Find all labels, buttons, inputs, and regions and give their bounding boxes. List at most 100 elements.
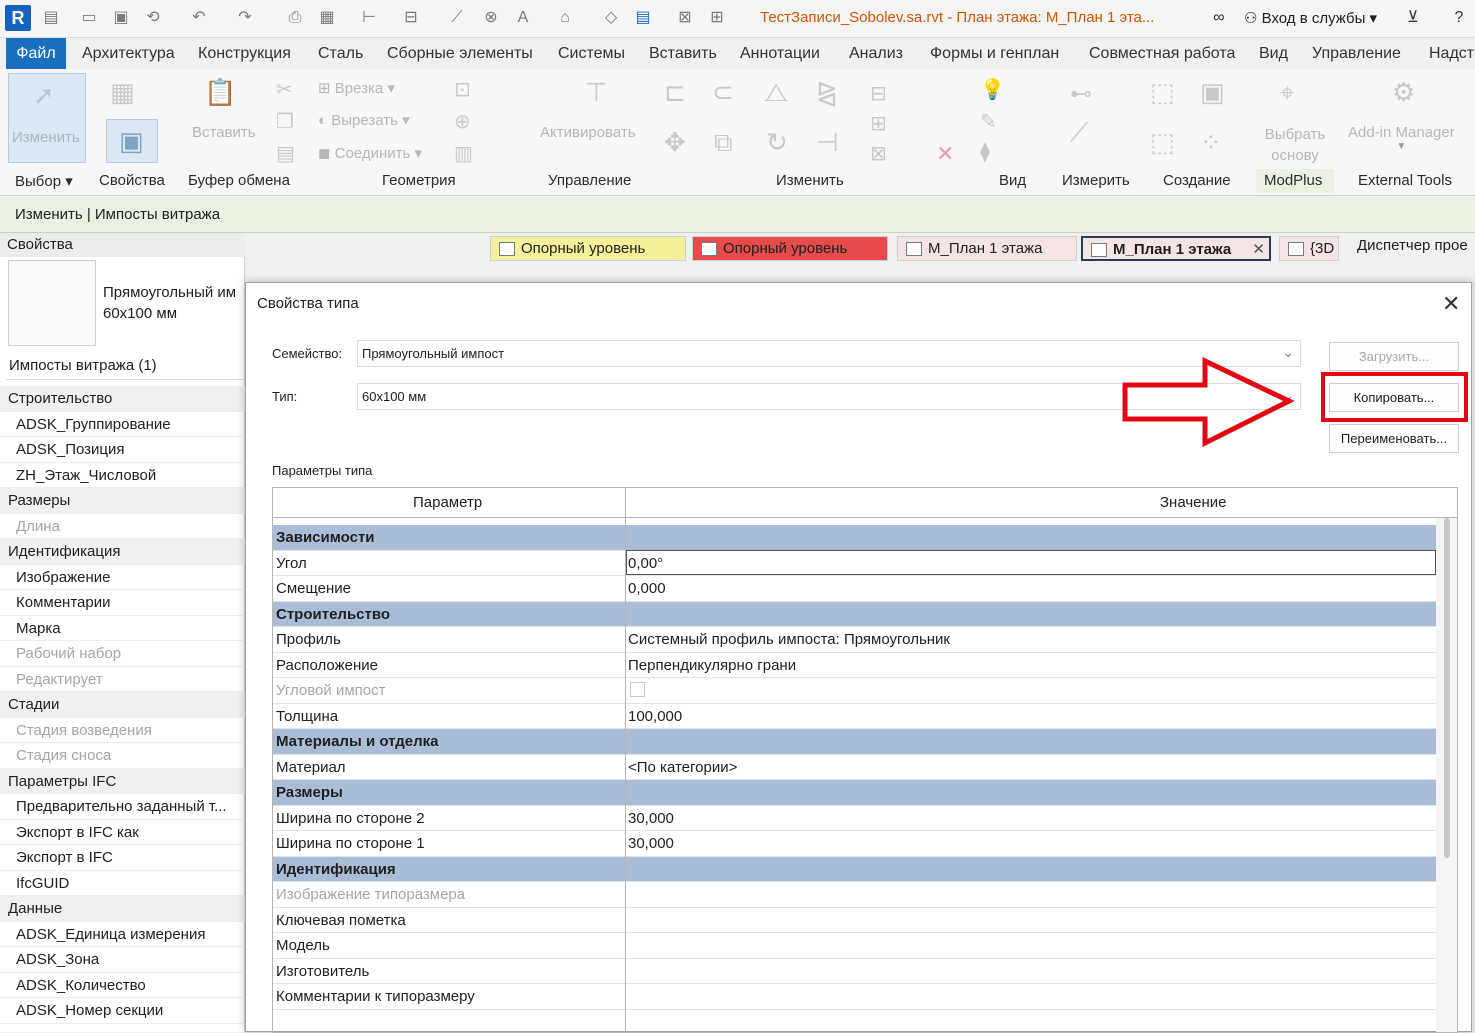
- modplus-icon[interactable]: ⌖: [1280, 79, 1295, 105]
- open-icon[interactable]: ▭: [80, 9, 98, 27]
- scale-icon[interactable]: ⊠: [870, 141, 887, 167]
- paste-icon[interactable]: 📋: [204, 79, 236, 105]
- rename-button[interactable]: Переименовать...: [1329, 424, 1459, 453]
- table-row[interactable]: Угол 0,00°: [273, 549, 1436, 576]
- tab-massing[interactable]: Формы и генплан: [928, 38, 1061, 69]
- parameter-value[interactable]: Перпендикулярно грани: [628, 657, 796, 674]
- property-row[interactable]: ADSK_Единица измерения: [0, 922, 245, 947]
- tab-view[interactable]: Вид: [1257, 38, 1290, 69]
- table-row[interactable]: Ключевая пометка: [273, 908, 1436, 933]
- aligned-dimension-icon[interactable]: ⟋: [1070, 119, 1088, 145]
- property-row[interactable]: ADSK_Позиция: [0, 437, 245, 463]
- tab-systems[interactable]: Системы: [556, 38, 627, 69]
- line-icon[interactable]: ⟋: [448, 9, 466, 27]
- property-row[interactable]: ADSK_Номер секции: [0, 998, 245, 1024]
- switch-windows-icon[interactable]: ⊞: [708, 9, 726, 27]
- match-icon[interactable]: ▤: [276, 141, 295, 167]
- view-tab-3d[interactable]: {3D -: [1279, 236, 1339, 261]
- property-row[interactable]: Предварительно заданный т...: [0, 794, 245, 820]
- property-group[interactable]: Идентификация: [0, 539, 245, 565]
- instance-filter[interactable]: Импосты витража (1): [9, 357, 157, 374]
- property-group[interactable]: Параметры IFC: [0, 768, 245, 794]
- dimension-icon[interactable]: ⊟: [402, 9, 420, 27]
- table-scrollbar[interactable]: [1436, 518, 1457, 1032]
- property-row[interactable]: Изображение: [0, 565, 245, 590]
- table-row[interactable]: Ширина по стороне 2 30,000: [273, 806, 1436, 831]
- measure-icon[interactable]: ⊢: [360, 9, 378, 27]
- parameter-value[interactable]: 0,00°: [628, 555, 663, 572]
- table-row[interactable]: Изображение типоразмера: [273, 882, 1436, 908]
- create-part-icon[interactable]: ⬚: [1150, 79, 1175, 105]
- cut-icon[interactable]: ✂: [276, 77, 293, 103]
- text-icon[interactable]: A: [514, 9, 532, 27]
- trim-icon[interactable]: ⊣: [816, 129, 839, 155]
- sheet-icon[interactable]: ▦: [318, 9, 336, 27]
- array-icon[interactable]: ⊞: [870, 111, 887, 137]
- paste-label[interactable]: Вставить: [192, 124, 256, 141]
- tab-steel[interactable]: Сталь: [316, 38, 365, 69]
- tab-annotate[interactable]: Аннотации: [738, 38, 822, 69]
- help-icon[interactable]: ?: [1450, 9, 1468, 27]
- tab-structure[interactable]: Конструкция: [196, 38, 293, 69]
- tab-precast[interactable]: Сборные элементы: [385, 38, 535, 69]
- tab-insert[interactable]: Вставить: [647, 38, 719, 69]
- redo-icon[interactable]: ↷: [236, 9, 254, 27]
- revit-logo[interactable]: R: [5, 5, 31, 31]
- table-row[interactable]: Угловой импост: [273, 678, 1436, 704]
- tab-architecture[interactable]: Архитектура: [80, 38, 177, 69]
- property-group[interactable]: Стадии: [0, 692, 245, 718]
- view-tab-plan-active[interactable]: М_План 1 этажа ✕: [1081, 236, 1271, 261]
- pin-icon[interactable]: 💡: [980, 77, 1005, 103]
- table-row[interactable]: Профиль Системный профиль импоста: Прямоу…: [273, 627, 1436, 653]
- measure-ribbon-icon[interactable]: ⊷: [1070, 81, 1092, 107]
- tab-addins[interactable]: Надстр: [1427, 38, 1475, 69]
- print-icon[interactable]: ⎙: [286, 9, 304, 27]
- tab-collaborate[interactable]: Совместная работа: [1087, 38, 1237, 69]
- table-row[interactable]: Материал <По категории>: [273, 755, 1436, 780]
- delete-icon[interactable]: ✕: [936, 141, 954, 167]
- property-row[interactable]: Длина: [0, 514, 245, 539]
- view-tab-ref-level-1[interactable]: Опорный уровень: [490, 236, 686, 261]
- paint-icon[interactable]: ▥: [454, 141, 473, 167]
- mirror-axis-icon[interactable]: ⧍: [764, 79, 788, 105]
- type-selector-line1[interactable]: Прямоугольный им: [103, 284, 236, 301]
- parameter-value[interactable]: 0,000: [628, 580, 666, 597]
- property-row[interactable]: Экспорт в IFC как: [0, 820, 245, 845]
- align-icon[interactable]: ⊏: [664, 79, 686, 105]
- type-selector-line2[interactable]: 60x100 мм: [103, 305, 177, 322]
- table-row[interactable]: Смещение 0,000: [273, 576, 1436, 602]
- property-row[interactable]: Стадия возведения: [0, 718, 245, 743]
- close-icon[interactable]: ✕: [1442, 291, 1460, 317]
- column-header-value[interactable]: Значение: [1160, 494, 1227, 511]
- table-row[interactable]: Расположение Перпендикулярно грани: [273, 653, 1436, 678]
- wall-joins-icon[interactable]: ⊡: [454, 77, 471, 103]
- activate-button[interactable]: Активировать: [540, 124, 636, 141]
- cart-icon[interactable]: ⊻: [1404, 9, 1422, 27]
- property-row[interactable]: Стадия сноса: [0, 743, 245, 769]
- scrollbar-thumb[interactable]: [1444, 518, 1450, 858]
- activate-icon[interactable]: ⊤: [585, 79, 608, 105]
- override-icon[interactable]: ⧫: [980, 139, 990, 165]
- undo-icon[interactable]: ↶: [190, 9, 208, 27]
- join-button[interactable]: ◼ Соединить ▾: [318, 144, 422, 162]
- property-row[interactable]: ADSK_Группирование: [0, 412, 245, 437]
- modify-button[interactable]: ➚ Изменить: [8, 73, 86, 163]
- column-divider[interactable]: [625, 488, 626, 1032]
- create-assembly-icon[interactable]: ⬚: [1150, 129, 1175, 155]
- property-group[interactable]: Строительство: [0, 386, 245, 412]
- parameter-value[interactable]: 30,000: [628, 810, 674, 827]
- property-row[interactable]: Марка: [0, 616, 245, 641]
- close-hidden-icon[interactable]: ⊠: [676, 9, 694, 27]
- table-row[interactable]: Модель: [273, 933, 1436, 959]
- save-icon[interactable]: ▣: [112, 9, 130, 27]
- corner-mullion-checkbox[interactable]: [630, 682, 645, 697]
- 3d-view-icon[interactable]: ⌂: [556, 9, 574, 27]
- property-row[interactable]: ADSK_Количество: [0, 973, 245, 998]
- property-group[interactable]: Размеры: [0, 488, 245, 514]
- property-row[interactable]: IfcGUID: [0, 871, 245, 896]
- view-tab-ref-level-2[interactable]: Опорный уровень: [692, 236, 888, 261]
- tab-analyze[interactable]: Анализ: [847, 38, 905, 69]
- rotate-icon[interactable]: ↻: [766, 129, 788, 155]
- gear-icon[interactable]: ⚙: [1392, 79, 1415, 105]
- copy-icon[interactable]: ❐: [276, 109, 294, 135]
